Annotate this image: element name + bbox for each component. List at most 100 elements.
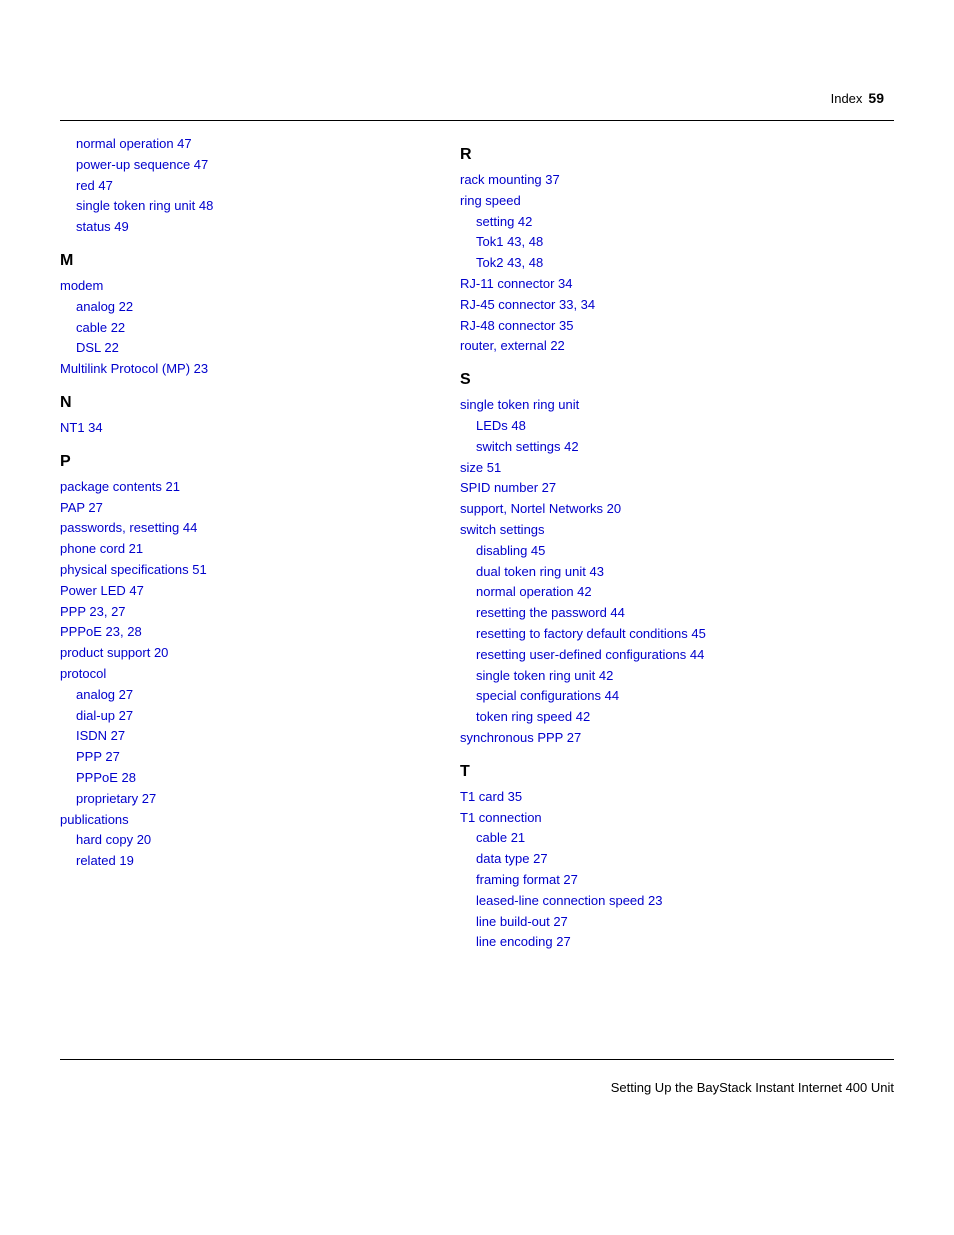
index-entry-link[interactable]: analog 22	[76, 299, 133, 314]
list-item: cable 22	[60, 318, 440, 339]
index-entry-link[interactable]: leased-line connection speed 23	[476, 893, 662, 908]
list-item: DSL 22	[60, 338, 440, 359]
list-item: line encoding 27	[460, 932, 894, 953]
index-entry-link[interactable]: rack mounting 37	[460, 172, 560, 187]
index-entry-link[interactable]: dial-up 27	[76, 708, 133, 723]
index-entry-link[interactable]: PPP 23, 27	[60, 604, 126, 619]
list-item: publications	[60, 810, 440, 831]
index-entry-link[interactable]: NT1 34	[60, 420, 103, 435]
index-entry-link[interactable]: cable 22	[76, 320, 125, 335]
index-entry-link[interactable]: Power LED 47	[60, 583, 144, 598]
index-entry-link[interactable]: router, external 22	[460, 338, 565, 353]
index-entry-link[interactable]: RJ-48 connector 35	[460, 318, 573, 333]
index-entry-link[interactable]: PPPoE 23, 28	[60, 624, 142, 639]
index-entry-link[interactable]: normal operation 47	[76, 136, 192, 151]
section-letter: T	[460, 763, 894, 781]
index-entry-link[interactable]: PPPoE 28	[76, 770, 136, 785]
index-entry-link[interactable]: data type 27	[476, 851, 548, 866]
index-entry-link[interactable]: Multilink Protocol (MP) 23	[60, 361, 208, 376]
list-item: related 19	[60, 851, 440, 872]
index-entry-link[interactable]: status 49	[76, 219, 129, 234]
index-entry-link[interactable]: DSL 22	[76, 340, 119, 355]
index-entry-link[interactable]: switch settings	[460, 522, 545, 537]
index-entry-link[interactable]: package contents 21	[60, 479, 180, 494]
index-entry-link[interactable]: dual token ring unit 43	[476, 564, 604, 579]
list-item: single token ring unit	[460, 395, 894, 416]
index-entry-link[interactable]: line encoding 27	[476, 934, 571, 949]
index-entry-link[interactable]: Tok1 43, 48	[476, 234, 543, 249]
list-item: size 51	[460, 458, 894, 479]
index-entry-link[interactable]: protocol	[60, 666, 106, 681]
list-item: cable 21	[460, 828, 894, 849]
footer-text: Setting Up the BayStack Instant Internet…	[611, 1080, 894, 1095]
list-item: phone cord 21	[60, 539, 440, 560]
index-entry-link[interactable]: PAP 27	[60, 500, 103, 515]
list-item: proprietary 27	[60, 789, 440, 810]
index-entry-link[interactable]: red 47	[76, 178, 113, 193]
list-item: special configurations 44	[460, 686, 894, 707]
index-entry-link[interactable]: setting 42	[476, 214, 532, 229]
index-entry-link[interactable]: RJ-45 connector 33, 34	[460, 297, 595, 312]
index-entry-link[interactable]: T1 connection	[460, 810, 542, 825]
index-entry-link[interactable]: framing format 27	[476, 872, 578, 887]
index-entry-link[interactable]: special configurations 44	[476, 688, 619, 703]
list-item: T1 connection	[460, 808, 894, 829]
index-entry-link[interactable]: support, Nortel Networks 20	[460, 501, 621, 516]
list-item: dual token ring unit 43	[460, 562, 894, 583]
index-entry-link[interactable]: passwords, resetting 44	[60, 520, 197, 535]
index-entry-link[interactable]: Tok2 43, 48	[476, 255, 543, 270]
main-content: normal operation 47 power-up sequence 47 r…	[60, 132, 894, 953]
header-index-label: Index	[831, 91, 863, 106]
index-entry-link[interactable]: modem	[60, 278, 103, 293]
index-entry-link[interactable]: analog 27	[76, 687, 133, 702]
list-item: PAP 27	[60, 498, 440, 519]
index-entry-link[interactable]: ISDN 27	[76, 728, 125, 743]
index-entry-link[interactable]: single token ring unit 48	[76, 198, 213, 213]
index-entry-link[interactable]: RJ-11 connector 34	[460, 276, 573, 291]
header-page-number: 59	[868, 90, 884, 106]
list-item: normal operation 47	[60, 134, 440, 155]
index-entry-link[interactable]: cable 21	[476, 830, 525, 845]
index-entry-link[interactable]: switch settings 42	[476, 439, 579, 454]
list-item: line build-out 27	[460, 912, 894, 933]
list-item: hard copy 20	[60, 830, 440, 851]
index-entry-link[interactable]: hard copy 20	[76, 832, 151, 847]
index-entry-link[interactable]: line build-out 27	[476, 914, 568, 929]
index-entry-link[interactable]: product support 20	[60, 645, 168, 660]
list-item: single token ring unit 42	[460, 666, 894, 687]
section-letter: R	[460, 146, 894, 164]
bottom-rule	[60, 1059, 894, 1060]
index-entry-link[interactable]: PPP 27	[76, 749, 120, 764]
index-entry-link[interactable]: publications	[60, 812, 129, 827]
index-entry-link[interactable]: phone cord 21	[60, 541, 143, 556]
list-item: modem	[60, 276, 440, 297]
index-entry-link[interactable]: single token ring unit	[460, 397, 579, 412]
index-entry-link[interactable]: power-up sequence 47	[76, 157, 208, 172]
index-entry-link[interactable]: proprietary 27	[76, 791, 156, 806]
header: Index 59	[831, 90, 884, 106]
list-item: resetting user-defined configurations 44	[460, 645, 894, 666]
index-entry-link[interactable]: resetting user-defined configurations 44	[476, 647, 704, 662]
list-item: NT1 34	[60, 418, 440, 439]
index-entry-link[interactable]: resetting to factory default conditions …	[476, 626, 706, 641]
index-entry-link[interactable]: token ring speed 42	[476, 709, 590, 724]
section-letter: N	[60, 394, 440, 412]
index-entry-link[interactable]: SPID number 27	[460, 480, 556, 495]
index-entry-link[interactable]: normal operation 42	[476, 584, 592, 599]
index-entry-link[interactable]: single token ring unit 42	[476, 668, 613, 683]
index-entry-link[interactable]: T1 card 35	[460, 789, 522, 804]
index-entry-link[interactable]: size 51	[460, 460, 501, 475]
index-entry-link[interactable]: ring speed	[460, 193, 521, 208]
list-item: single token ring unit 48	[60, 196, 440, 217]
index-entry-link[interactable]: related 19	[76, 853, 134, 868]
index-entry-link[interactable]: physical specifications 51	[60, 562, 207, 577]
index-entry-link[interactable]: synchronous PPP 27	[460, 730, 581, 745]
index-entry-link[interactable]: disabling 45	[476, 543, 545, 558]
list-item: product support 20	[60, 643, 440, 664]
index-entry-link[interactable]: LEDs 48	[476, 418, 526, 433]
index-entry-link[interactable]: resetting the password 44	[476, 605, 625, 620]
list-item: package contents 21	[60, 477, 440, 498]
list-item: leased-line connection speed 23	[460, 891, 894, 912]
list-item: Multilink Protocol (MP) 23	[60, 359, 440, 380]
list-item: RJ-45 connector 33, 34	[460, 295, 894, 316]
